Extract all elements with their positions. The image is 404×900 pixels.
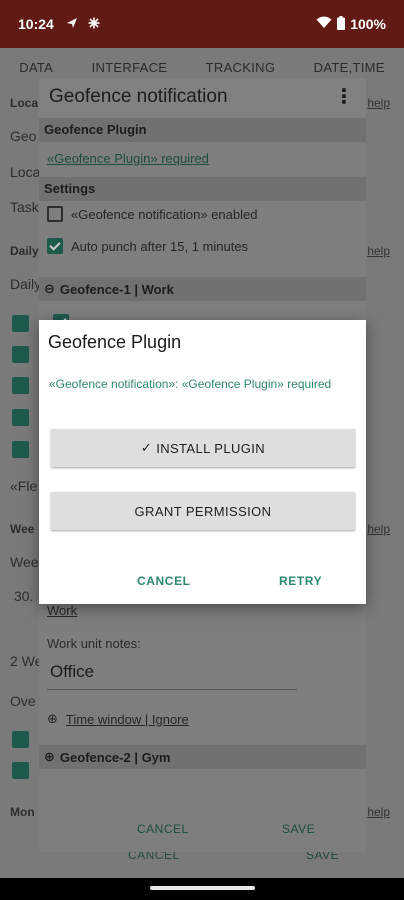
- tab-date-time[interactable]: DATE,TIME: [314, 60, 385, 75]
- enabled-label: «Geofence notification» enabled: [71, 206, 258, 222]
- bg-checkbox[interactable]: [12, 441, 29, 458]
- more-options-icon[interactable]: ⋮: [334, 84, 354, 109]
- status-bar: 10:24 100%: [0, 0, 404, 48]
- bg-item-location: Loca: [10, 164, 41, 180]
- bg-help-link-1[interactable]: help: [367, 96, 390, 110]
- bg-item-task: Task: [10, 199, 39, 215]
- navigation-bar: [0, 878, 404, 900]
- enabled-row[interactable]: «Geofence notification» enabled: [47, 206, 257, 222]
- plugin-required-link[interactable]: «Geofence Plugin» required: [47, 151, 209, 166]
- dialog-cancel-button[interactable]: CANCEL: [137, 574, 191, 588]
- grant-permission-button[interactable]: GRANT PERMISSION: [51, 492, 355, 530]
- section-geofence-plugin: Geofence Plugin: [39, 118, 366, 142]
- home-gesture-handle[interactable]: [150, 886, 255, 890]
- sheet-title: Geofence notification: [39, 78, 366, 118]
- work-label: Work: [47, 603, 78, 618]
- bg-checkbox[interactable]: [12, 315, 29, 332]
- notes-input[interactable]: Office: [47, 656, 297, 690]
- wifi-icon: [316, 16, 332, 32]
- check-icon: ✓: [140, 440, 153, 455]
- bg-item-overtime: Ove: [10, 693, 36, 709]
- bg-help-link-4[interactable]: help: [367, 805, 390, 819]
- sheet-cancel-button[interactable]: CANCEL: [137, 822, 189, 836]
- tab-tracking[interactable]: TRACKING: [206, 60, 276, 75]
- geofence-1-label: Geofence-1 | Work: [59, 281, 174, 297]
- geofence-2-label: Geofence-2 | Gym: [59, 749, 171, 765]
- bg-item-geo: Geo: [10, 128, 37, 144]
- status-right-group: 100%: [316, 15, 386, 33]
- auto-punch-row[interactable]: Auto punch after 15, 1 minutes: [47, 238, 248, 254]
- fan-icon: [88, 17, 100, 32]
- bg-checkbox[interactable]: [12, 731, 29, 748]
- geofence-plugin-dialog: Geofence Plugin «Geofence notification»:…: [39, 320, 366, 604]
- time-window-link[interactable]: Time window | Ignore: [66, 712, 189, 727]
- bg-section-daily: Daily: [10, 244, 39, 258]
- bg-section-weekly: Wee: [10, 522, 35, 536]
- tab-data[interactable]: DATA: [19, 60, 53, 75]
- bg-item-flex: «Fle: [10, 478, 38, 494]
- install-plugin-label: INSTALL PLUGIN: [156, 440, 266, 456]
- section-settings: Settings: [39, 177, 366, 201]
- collapse-icon: ⊖: [44, 281, 55, 296]
- battery-icon: [337, 15, 346, 33]
- auto-punch-checkbox[interactable]: [47, 238, 63, 254]
- install-plugin-button[interactable]: ✓ INSTALL PLUGIN: [51, 429, 355, 467]
- bg-checkbox[interactable]: [12, 409, 29, 426]
- bg-checkbox[interactable]: [12, 762, 29, 779]
- bg-item-daily: Daily: [10, 276, 42, 292]
- enabled-checkbox[interactable]: [47, 206, 63, 222]
- grant-permission-label: GRANT PERMISSION: [134, 503, 272, 519]
- sheet-save-button[interactable]: SAVE: [282, 822, 315, 836]
- time-window-row[interactable]: ⊕ Time window | Ignore: [47, 711, 189, 727]
- notes-label: Work unit notes:: [47, 636, 141, 651]
- auto-punch-label: Auto punch after 15, 1 minutes: [71, 238, 249, 254]
- dialog-title: Geofence Plugin: [48, 332, 182, 352]
- bg-item-weekly: Wee: [10, 554, 39, 570]
- expand-icon: ⊕: [44, 749, 55, 764]
- bg-item-value: 30.: [14, 588, 34, 604]
- section-geofence-2[interactable]: ⊕ Geofence-2 | Gym: [39, 745, 366, 769]
- bg-item-weeks: 2 We: [10, 653, 43, 669]
- bg-help-link-2[interactable]: help: [367, 244, 390, 258]
- navigation-icon: [66, 17, 78, 32]
- expand-icon: ⊕: [47, 711, 58, 726]
- tab-interface[interactable]: INTERFACE: [92, 60, 168, 75]
- bg-section-location: Loca: [10, 96, 39, 110]
- bg-checkbox[interactable]: [12, 377, 29, 394]
- dialog-message: «Geofence notification»: «Geofence Plugi…: [49, 377, 332, 391]
- bg-section-monthly: Mon: [10, 805, 35, 819]
- status-time: 10:24: [18, 16, 54, 32]
- battery-percent: 100%: [350, 16, 386, 32]
- bg-help-link-3[interactable]: help: [367, 522, 390, 536]
- bg-checkbox[interactable]: [12, 346, 29, 363]
- dialog-retry-button[interactable]: RETRY: [279, 574, 322, 588]
- section-geofence-1[interactable]: ⊖ Geofence-1 | Work: [39, 277, 366, 301]
